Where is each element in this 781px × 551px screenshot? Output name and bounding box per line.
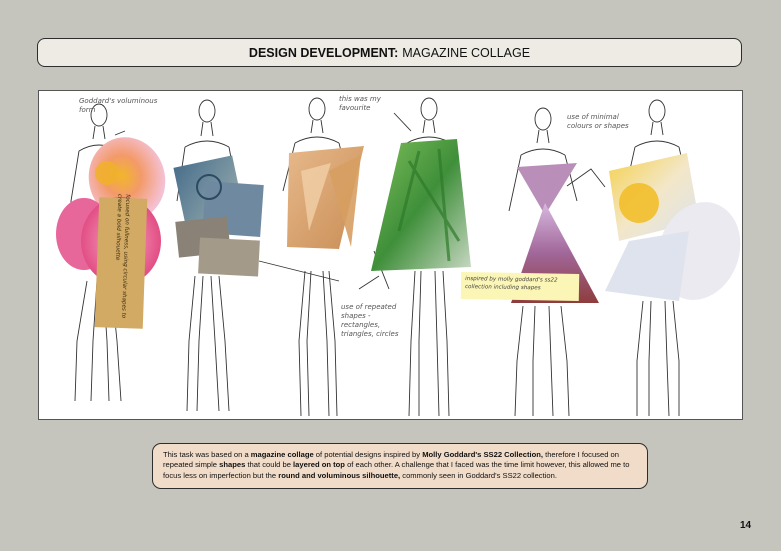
caption-box: This task was based on a magazine collag… (152, 443, 648, 489)
garment-fern-dress (371, 139, 471, 271)
caption-text: of potential designs inspired by (313, 450, 423, 459)
caption-bold: Molly Goddard's SS22 Collection, (422, 450, 543, 459)
caption-text: commonly seen in Goddard's SS22 collecti… (400, 470, 557, 480)
title-rest: MAGAZINE COLLAGE (402, 45, 531, 60)
title-bold: DESIGN DEVELOPMENT: (248, 45, 399, 60)
caption-bold: round and voluminous silhouette, (278, 470, 401, 480)
note-favourite: this was my favourite (339, 95, 381, 112)
note-minimal: use of minimal colours or shapes (567, 113, 629, 130)
garment-yellow-flower (605, 153, 741, 301)
page-number: 14 (740, 520, 752, 531)
caption-bold: magazine collage (250, 450, 314, 459)
note-repeated-shapes: use of repeated shapes - rectangles, tri… (341, 303, 399, 338)
kraft-paper-note: focused on fullness, using circular shap… (94, 193, 148, 329)
kraft-note-text: focused on fullness, using circular shap… (114, 193, 131, 319)
caption-bold: shapes (219, 460, 246, 470)
caption-text: This task was based on a (163, 450, 251, 459)
page-title: DESIGN DEVELOPMENT: MAGAZINE COLLAGE (37, 38, 742, 67)
yellow-sticky-note: inspired by molly goddard's ss22 collect… (460, 271, 580, 302)
garment-rectangles (173, 155, 264, 277)
garment-tan-triangles (287, 146, 364, 249)
note-goddard: Goddard's voluminous form (79, 97, 158, 114)
caption-bold: layered on top (293, 460, 345, 470)
caption-text: that could be (245, 460, 294, 470)
